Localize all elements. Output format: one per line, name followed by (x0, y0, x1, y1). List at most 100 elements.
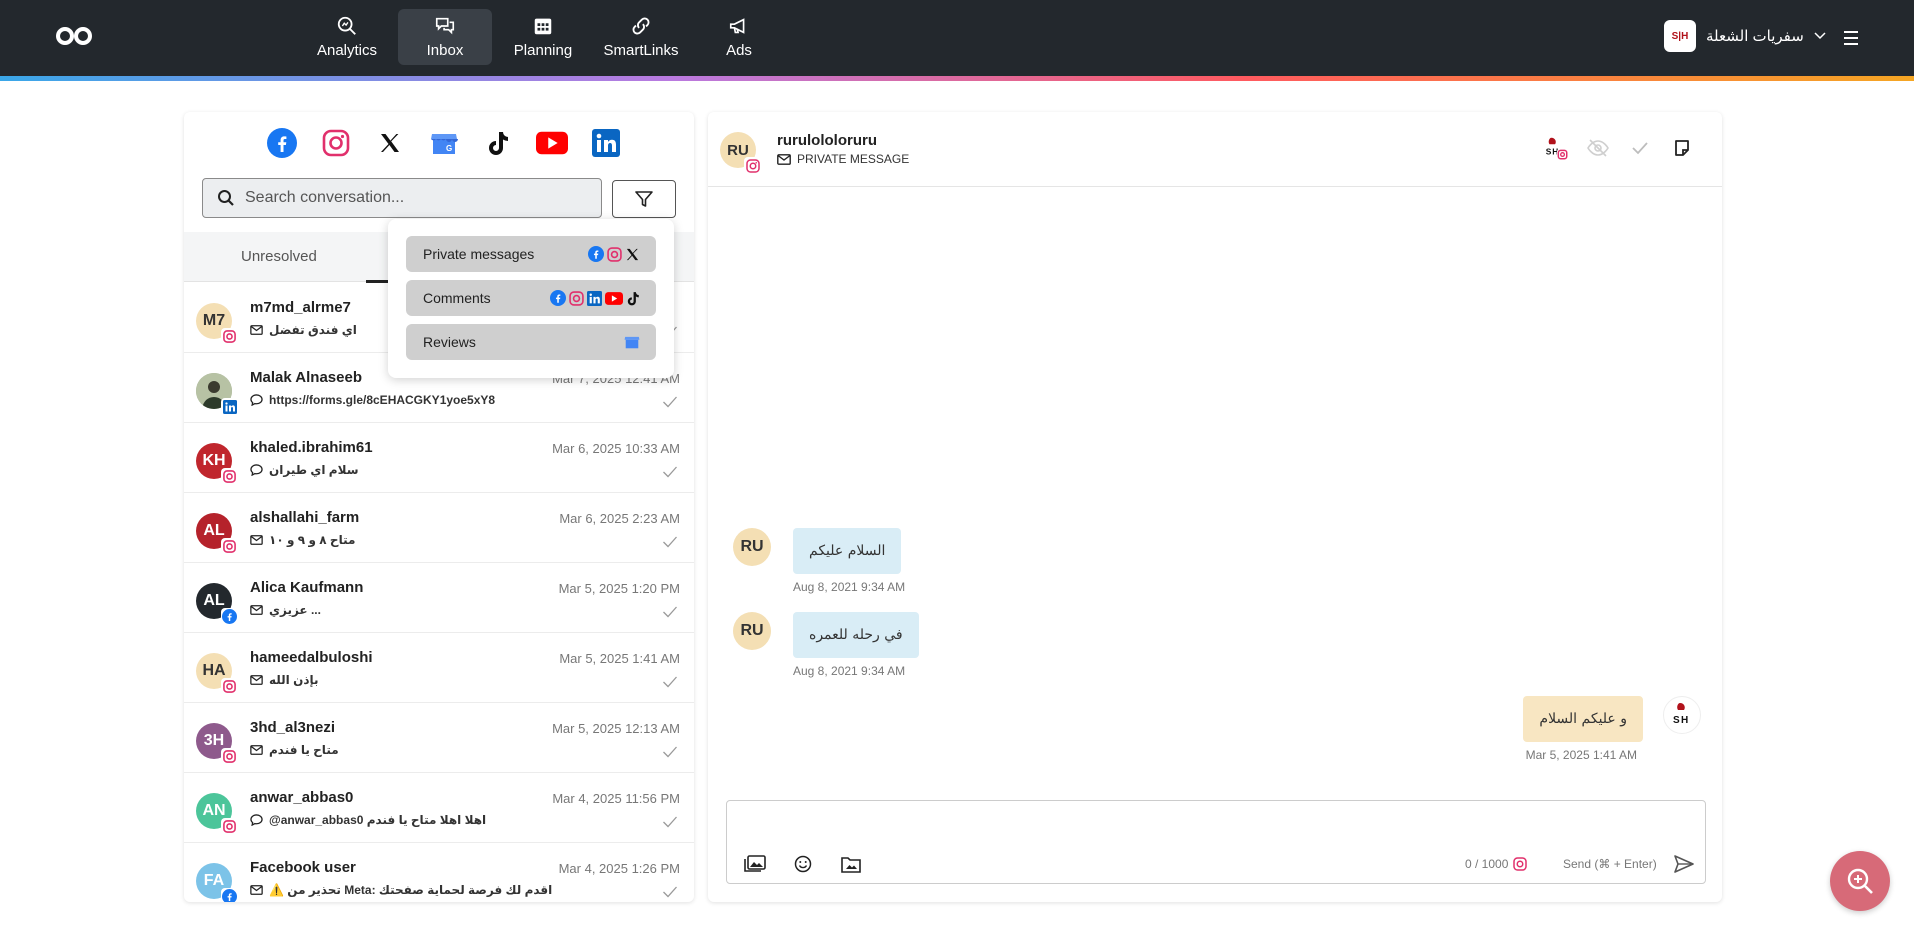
comment-icon (250, 814, 263, 826)
conversation-date: Mar 6, 2025 2:23 AM (559, 511, 680, 526)
conversation-preview-text: عزيزي ... (269, 603, 321, 617)
conversation-name: 3hd_al3nezi (250, 719, 336, 736)
nav-inbox-label: Inbox (426, 42, 464, 59)
megaphone-icon (729, 18, 745, 34)
chat-panel: RU rurulololoruru PRIVATE MESSAGE SH RU (708, 112, 1722, 902)
network-badge (221, 608, 238, 625)
chat-actions: SH (1542, 134, 1696, 162)
conversation-item[interactable]: AN anwar_abbas0 Mar 4, 2025 11:56 PM @anwar… (184, 773, 694, 843)
conversation-name: Alica Kaufmann (250, 579, 364, 596)
network-x[interactable] (374, 127, 406, 159)
network-linkedin[interactable] (590, 127, 622, 159)
media-library-button[interactable] (839, 853, 863, 875)
conversation-preview-text: اي فندق تفضل (269, 323, 357, 337)
tab-unresolved[interactable]: Unresolved (241, 232, 317, 282)
youtube-icon (605, 291, 623, 305)
nav-ads[interactable]: Ads (692, 9, 786, 65)
network-badge (221, 888, 238, 902)
emoji-icon (794, 855, 812, 873)
conversation-item[interactable]: HA hameedalbuloshi Mar 5, 2025 1:41 AM بإذن… (184, 633, 694, 703)
top-navigation-bar: Analytics Inbox Planning SmartLinks Ads … (0, 0, 1914, 76)
filter-comments-label: Comments (423, 290, 491, 306)
account-logo-icon: SH (1673, 703, 1688, 726)
youtube-icon (536, 131, 568, 155)
network-badge (221, 328, 238, 345)
network-badge (221, 468, 238, 485)
nav-analytics[interactable]: Analytics (300, 9, 394, 65)
conversation-item[interactable]: AL alshallahi_farm Mar 6, 2025 2:23 AM متاح… (184, 493, 694, 563)
filter-icon (635, 191, 653, 207)
note-button[interactable] (1668, 134, 1696, 162)
main-nav: Analytics Inbox Planning SmartLinks Ads (300, 9, 786, 67)
resolve-check-icon[interactable] (662, 745, 678, 759)
conversation-date: Mar 5, 2025 12:13 AM (552, 721, 680, 736)
nav-inbox[interactable]: Inbox (398, 9, 492, 65)
resolve-check-icon[interactable] (662, 675, 678, 689)
send-button[interactable] (1673, 853, 1695, 875)
menu-icon[interactable] (1838, 28, 1864, 48)
comment-icon (250, 464, 263, 476)
link-icon (632, 17, 650, 35)
hide-button[interactable] (1584, 134, 1612, 162)
network-facebook[interactable] (266, 127, 298, 159)
resolve-check-icon[interactable] (662, 395, 678, 409)
filter-private-messages[interactable]: Private messages (406, 236, 656, 272)
app-logo-icon[interactable] (54, 24, 94, 48)
network-badge (221, 748, 238, 765)
conversation-item[interactable]: 3H 3hd_al3nezi Mar 5, 2025 12:13 AM متاح يا… (184, 703, 694, 773)
conversation-preview: اي فندق تفضل (250, 323, 357, 337)
search-input[interactable] (245, 189, 585, 207)
conversation-name: Malak Alnaseeb (250, 369, 362, 386)
instagram-icon (745, 158, 760, 173)
resolve-check-icon[interactable] (662, 605, 678, 619)
conversation-item[interactable]: FA Facebook user Mar 4, 2025 1:26 PM ⚠️ تحذ… (184, 843, 694, 902)
filter-button[interactable] (612, 180, 676, 218)
conversation-type-label: PRIVATE MESSAGE (797, 152, 910, 166)
filter-comments[interactable]: Comments (406, 280, 656, 316)
conversation-item[interactable]: KH khaled.ibrahim61 Mar 6, 2025 10:33 AM سل… (184, 423, 694, 493)
resolve-check-icon[interactable] (662, 465, 678, 479)
assigned-account-avatar[interactable]: SH (1542, 134, 1570, 162)
help-search-button[interactable] (1830, 851, 1890, 911)
conversation-preview-text: بإذن الله (269, 673, 319, 687)
instagram-icon (223, 540, 236, 553)
conversation-preview-text: متاح يا فندم (269, 743, 339, 757)
resolve-check-icon[interactable] (662, 535, 678, 549)
nav-planning[interactable]: Planning (496, 9, 590, 65)
conversation-name: khaled.ibrahim61 (250, 439, 373, 456)
google-business-icon: G (431, 134, 458, 154)
emoji-button[interactable] (791, 853, 815, 875)
message-time: Aug 8, 2021 9:34 AM (793, 664, 906, 678)
conversation-date: Mar 4, 2025 1:26 PM (558, 861, 680, 876)
message-composer: 0 / 1000 Send (⌘ + Enter) (726, 800, 1706, 884)
conversation-item[interactable]: AL Alica Kaufmann Mar 5, 2025 1:20 PM عزيزي… (184, 563, 694, 633)
filter-reviews[interactable]: Reviews (406, 324, 656, 360)
search-plus-icon (1847, 868, 1873, 894)
account-switcher[interactable]: S|H سفريات الشعلة (1664, 20, 1826, 52)
instagram-icon (607, 246, 622, 262)
conversation-date: Mar 6, 2025 10:33 AM (552, 441, 680, 456)
network-google-business[interactable]: G (428, 127, 460, 159)
instagram-icon (223, 750, 236, 763)
facebook-icon (588, 246, 604, 262)
resolve-button[interactable] (1626, 134, 1654, 162)
message-time: Mar 5, 2025 1:41 AM (1525, 748, 1637, 762)
conversation-preview: سلام اي طيران (250, 463, 359, 477)
contact-name: rurulololoruru (777, 132, 877, 149)
network-youtube[interactable] (536, 127, 568, 159)
media-button[interactable] (743, 853, 767, 875)
message-input[interactable] (737, 809, 1697, 845)
network-tiktok[interactable] (482, 127, 514, 159)
resolve-check-icon[interactable] (662, 885, 678, 899)
envelope-icon (250, 325, 263, 335)
message-thread: RU السلام عليكم Aug 8, 2021 9:34 AM RU ف… (708, 188, 1722, 788)
network-instagram[interactable] (320, 127, 352, 159)
network-badge (221, 678, 238, 695)
facebook-icon (222, 609, 237, 624)
nav-smartlinks[interactable]: SmartLinks (594, 9, 688, 65)
conversation-preview: @anwar_abbas0 اهلا اهلا متاح يا فندم (250, 813, 486, 827)
google-business-icon (624, 336, 640, 349)
network-badge (221, 818, 238, 835)
tiktok-icon (627, 291, 639, 305)
resolve-check-icon[interactable] (662, 815, 678, 829)
